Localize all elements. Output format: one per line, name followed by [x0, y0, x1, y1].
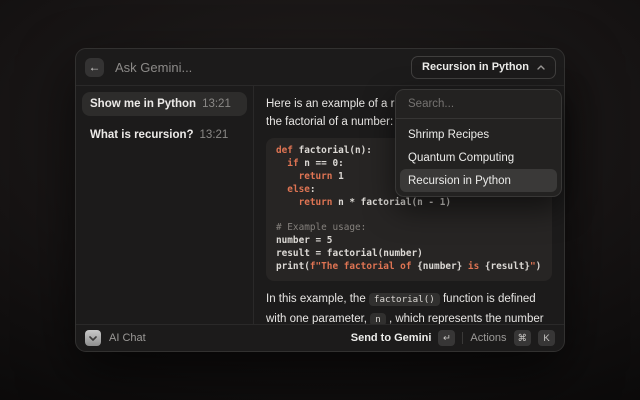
chevron-up-icon [537, 65, 545, 70]
actions-button[interactable]: Actions [470, 332, 506, 344]
window-header: ← Ask Gemini... Recursion in Python [76, 49, 564, 86]
dropdown-option-shrimp-recipes[interactable]: Shrimp Recipes [400, 123, 557, 146]
history-item-what-is-recursion[interactable]: What is recursion? 13:21 [82, 123, 247, 147]
chat-selector-dropdown: Shrimp Recipes Quantum Computing Recursi… [395, 89, 562, 197]
ask-input-placeholder[interactable]: Ask Gemini... [115, 60, 411, 75]
dropdown-option-quantum-computing[interactable]: Quantum Computing [400, 146, 557, 169]
chat-selector-label: Recursion in Python [422, 61, 529, 73]
dropdown-option-recursion-in-python[interactable]: Recursion in Python [400, 169, 557, 192]
back-arrow-icon: ← [89, 61, 101, 73]
chat-selector-button[interactable]: Recursion in Python [411, 56, 556, 79]
dropdown-search-input[interactable] [396, 90, 561, 118]
history-item-label: What is recursion? [90, 129, 194, 141]
ai-chat-icon [85, 330, 101, 346]
dropdown-options: Shrimp Recipes Quantum Computing Recursi… [396, 119, 561, 196]
action-bar: AI Chat Send to Gemini ↵ Actions ⌘ K [76, 324, 564, 351]
history-item-label: Show me in Python [90, 98, 196, 110]
app-label: AI Chat [109, 332, 146, 344]
cmd-key-icon: ⌘ [514, 330, 532, 346]
chevron-down-glyph [89, 336, 97, 341]
k-key-icon: K [538, 330, 555, 346]
history-item-show-me-in-python[interactable]: Show me in Python 13:21 [82, 92, 247, 116]
history-item-time: 13:21 [202, 98, 231, 110]
history-item-time: 13:21 [200, 129, 229, 141]
desktop-background: ← Ask Gemini... Recursion in Python Show… [0, 0, 640, 400]
chat-history-sidebar: Show me in Python 13:21 What is recursio… [76, 86, 254, 324]
explanation-text: In this example, the factorial() functio… [266, 290, 552, 324]
return-key-icon: ↵ [438, 330, 455, 346]
footer-divider [462, 332, 463, 344]
ask-gemini-window: ← Ask Gemini... Recursion in Python Show… [75, 48, 565, 352]
back-button[interactable]: ← [85, 58, 104, 77]
footer-actions: Send to Gemini ↵ Actions ⌘ K [351, 330, 555, 346]
send-to-gemini-button[interactable]: Send to Gemini [351, 332, 432, 344]
